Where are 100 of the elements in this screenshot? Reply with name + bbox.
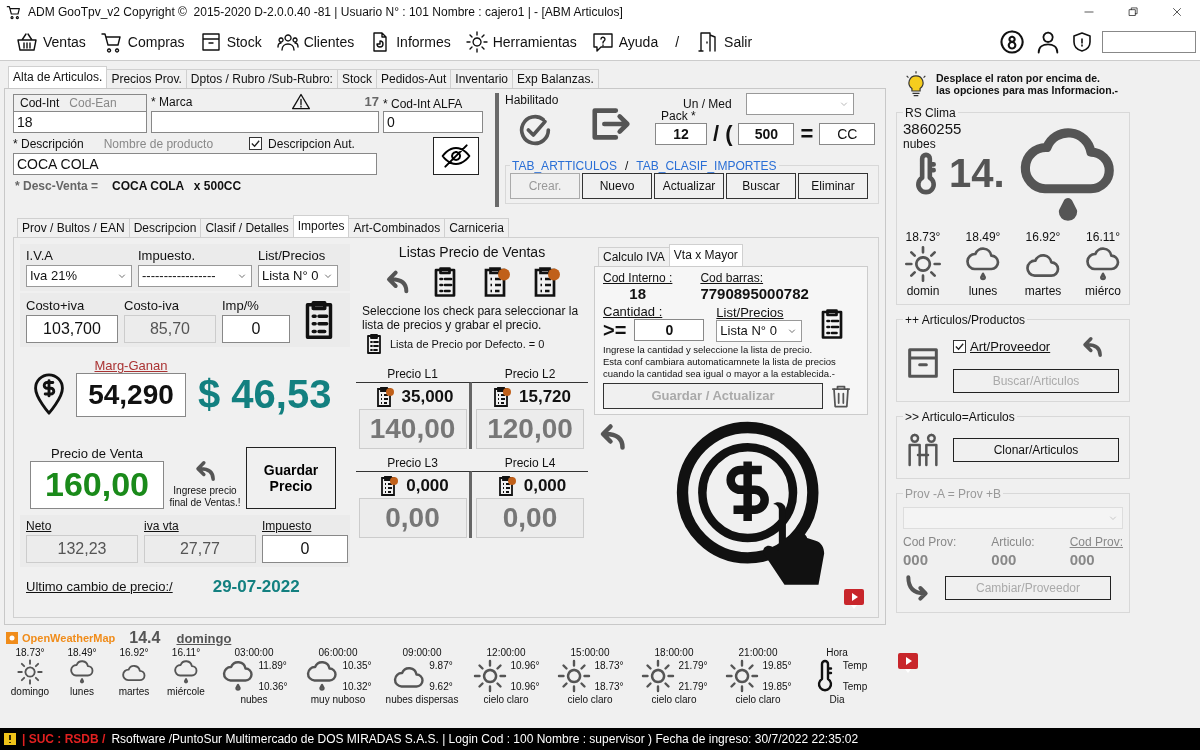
menu-item[interactable]: Ayuda [583,29,666,54]
last-change-label: Ultimo cambio de precio:/ [26,579,173,595]
field-label: Articulo: [991,534,1035,549]
field-label: Habilitado [505,92,560,107]
menu-item[interactable]: Compras [92,29,192,54]
action-button[interactable]: Eliminar [798,172,868,199]
equals-symbol: = [800,123,814,144]
tab[interactable]: Importes [292,214,350,237]
dropdown[interactable]: ----------------- [138,264,252,287]
field-label: List/Precios [716,304,785,320]
hint-text: Ingrese precio final de Ventas.! [168,484,242,509]
badge-icon[interactable] [998,27,1026,56]
tab[interactable]: Alta de Articulos. [8,65,108,88]
legend-label: Hora [826,647,848,659]
hour-time: 09:00:00 [402,647,442,659]
visibility-button[interactable] [433,136,479,175]
checkbox-label[interactable]: Art/Proveedor [970,339,1051,355]
tab[interactable]: Calculo IVA [598,246,670,266]
day-temp: 18.49° [67,647,97,659]
menu-item[interactable]: Herramientas [457,29,584,54]
field-label: Cod-Ean [69,95,117,110]
quantity-field[interactable]: 0 [634,319,705,342]
temperature: 14. [949,151,1005,197]
sun-icon [724,658,761,695]
price-field[interactable]: 120,00 [476,408,584,449]
code-field[interactable]: 0 [383,110,483,133]
checkbox[interactable] [249,137,263,151]
tab[interactable]: Exp Balanzas. [512,68,599,88]
search-field[interactable] [1102,30,1196,53]
min-temp: 10.36° [258,681,288,693]
tip-text: Desplace el raton por encima de. [936,71,1101,84]
action-button[interactable]: Buscar [726,172,796,199]
margin-link[interactable]: Marg-Ganan [94,357,168,373]
price-field[interactable]: 140,00 [358,408,467,449]
price-field[interactable]: 0,00 [358,497,467,538]
action-button[interactable]: Actualizar [654,172,724,199]
legend-label: Dia [829,694,845,706]
field-label: Impuesto [262,518,313,533]
field-label: * Desc-Venta = [15,178,99,193]
description-field[interactable]: COCA COLA [13,152,377,175]
save-price-button[interactable]: Guardar Precio [246,446,336,509]
hour-description: muy nuboso [310,694,366,706]
field-label: Costo-iva [124,297,180,313]
weather-code: 3860255 [903,119,963,137]
tab[interactable]: Descripcion [128,217,202,237]
tab[interactable]: Prov / Bultos / EAN [17,217,130,237]
action-button[interactable]: Nuevo [582,172,652,199]
forecast-temp: 18.49° [965,229,1001,244]
sun-icon [16,658,44,687]
menu-item[interactable]: Stock [191,29,269,54]
content-field[interactable]: 500 [738,122,795,145]
field-label: Cod barras: [700,270,765,285]
menu-item[interactable]: Salir [689,29,760,54]
weather-brand: OpenWeatherMap [22,632,116,645]
table-link[interactable]: TAB_CLASIF_IMPORTES [636,158,777,173]
tab[interactable]: Vta x Mayor [668,243,743,266]
code-field[interactable]: 18 [13,110,147,133]
price-field[interactable]: 0,00 [476,497,584,538]
table-link[interactable]: TAB_ARTTICULOS [512,158,617,173]
legend-label: Temp [842,681,868,693]
menu-item[interactable]: Ventas [8,29,93,54]
pack-field[interactable]: 12 [655,122,707,145]
total-field[interactable]: 0 [262,534,348,563]
tip-text: las opciones para mas Informacion.- [936,83,1119,96]
margin-amount: $ 46,53 [198,371,332,417]
dropdown[interactable]: Lista N° 0 [258,264,338,287]
hour-description: nubes dispersas [385,694,459,706]
day-name: domingo [10,686,50,698]
checkbox[interactable] [953,340,966,354]
max-temp: 10.35° [342,660,372,672]
tab[interactable]: Dptos / Rubro /Sub-Rubro: [185,68,338,88]
margin-field[interactable]: 54,290 [76,372,186,417]
temperature: 14.4 [129,629,161,648]
forecast-temp: 18.73° [905,229,941,244]
price-amount: 0,000 [406,475,449,496]
sale-price-field[interactable]: 160,00 [30,460,164,509]
hour-description: cielo claro [651,694,697,706]
unit-dropdown[interactable] [745,92,854,115]
restore-icon[interactable] [1126,5,1140,19]
tab[interactable]: Carniceria [444,217,509,237]
forecast-temp: 16.11° [1086,229,1120,244]
hour-time: 21:00:00 [738,647,778,659]
clone-button[interactable]: Clonar/Articulos [953,437,1119,462]
max-temp: 11.89° [258,660,288,672]
unit-field[interactable]: CC [819,122,876,145]
instructions-text: Seleccione los check para seleccionar la lista de precios y grabar el precio. [362,303,580,332]
menu-item[interactable]: Clientes [268,29,362,54]
cost-field[interactable]: 0 [222,314,290,343]
cost-field[interactable]: 103,700 [26,314,118,343]
shield-icon[interactable] [1070,29,1094,54]
min-temp: 18.73° [594,681,624,693]
dropdown[interactable]: Iva 21% [26,264,132,287]
cart-icon [6,4,22,20]
menu-item[interactable]: Informes [361,29,458,54]
dropdown[interactable]: Lista N° 0 [716,319,803,342]
checkbox-label[interactable]: Descripcion Aut. [268,136,355,151]
brand-field[interactable] [151,110,379,133]
group-title: RS Clima [904,105,957,120]
close-icon[interactable] [1170,5,1184,19]
forecast-day: martes [1024,283,1062,298]
